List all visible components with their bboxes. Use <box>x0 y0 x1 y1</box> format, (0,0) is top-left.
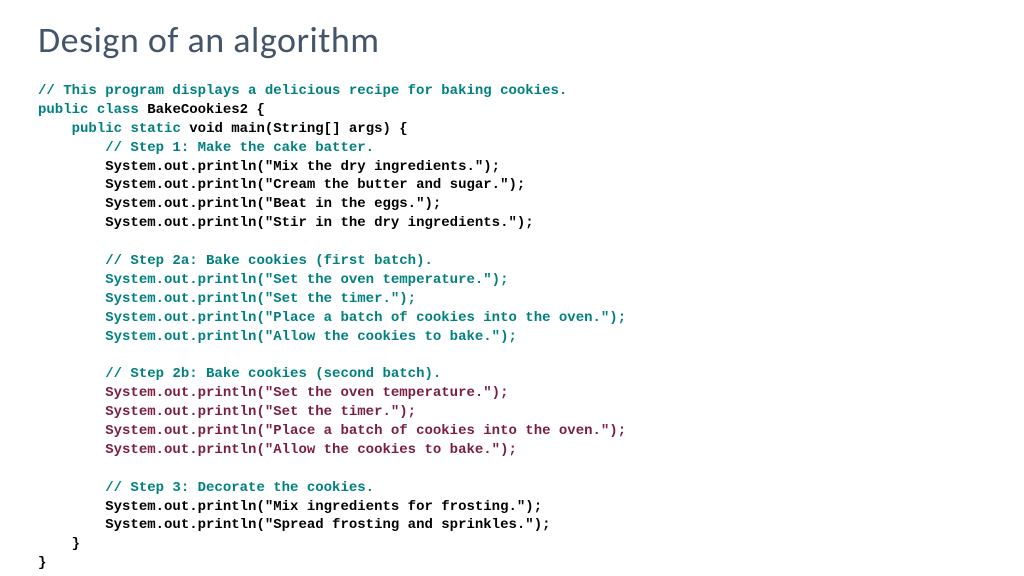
code-comment-step2b: // Step 2b: Bake cookies (second batch). <box>105 366 441 382</box>
class-decl: BakeCookies2 { <box>139 102 265 118</box>
close-brace: } <box>38 536 80 552</box>
code-comment-step3: // Step 3: Decorate the cookies. <box>105 480 374 496</box>
code-line: System.out.println("Place a batch of coo… <box>105 310 626 326</box>
code-line: System.out.println("Stir in the dry ingr… <box>105 215 533 231</box>
close-brace: } <box>38 555 46 571</box>
code-comment-step2a: // Step 2a: Bake cookies (first batch). <box>105 253 433 269</box>
kw-public: public <box>72 121 122 137</box>
kw-public: public <box>38 102 88 118</box>
code-line-repeat: System.out.println("Set the timer."); <box>105 404 416 420</box>
code-line-repeat: System.out.println("Set the oven tempera… <box>105 385 508 401</box>
code-comment-step1: // Step 1: Make the cake batter. <box>105 140 374 156</box>
main-sig: void main(String[] args) { <box>181 121 408 137</box>
code-line-repeat: System.out.println("Allow the cookies to… <box>105 442 517 458</box>
code-line: System.out.println("Allow the cookies to… <box>105 329 517 345</box>
code-line: System.out.println("Cream the butter and… <box>105 177 525 193</box>
kw-static: static <box>130 121 180 137</box>
code-line: System.out.println("Spread frosting and … <box>105 517 550 533</box>
code-line-repeat: System.out.println("Place a batch of coo… <box>105 423 626 439</box>
code-block: // This program displays a delicious rec… <box>38 82 986 573</box>
kw-class: class <box>97 102 139 118</box>
code-line: System.out.println("Set the oven tempera… <box>105 272 508 288</box>
code-line: System.out.println("Set the timer."); <box>105 291 416 307</box>
code-line: System.out.println("Mix the dry ingredie… <box>105 159 500 175</box>
code-comment-header: // This program displays a delicious rec… <box>38 83 567 99</box>
slide-title: Design of an algorithm <box>38 18 986 62</box>
code-line: System.out.println("Beat in the eggs."); <box>105 196 441 212</box>
code-line: System.out.println("Mix ingredients for … <box>105 499 542 515</box>
